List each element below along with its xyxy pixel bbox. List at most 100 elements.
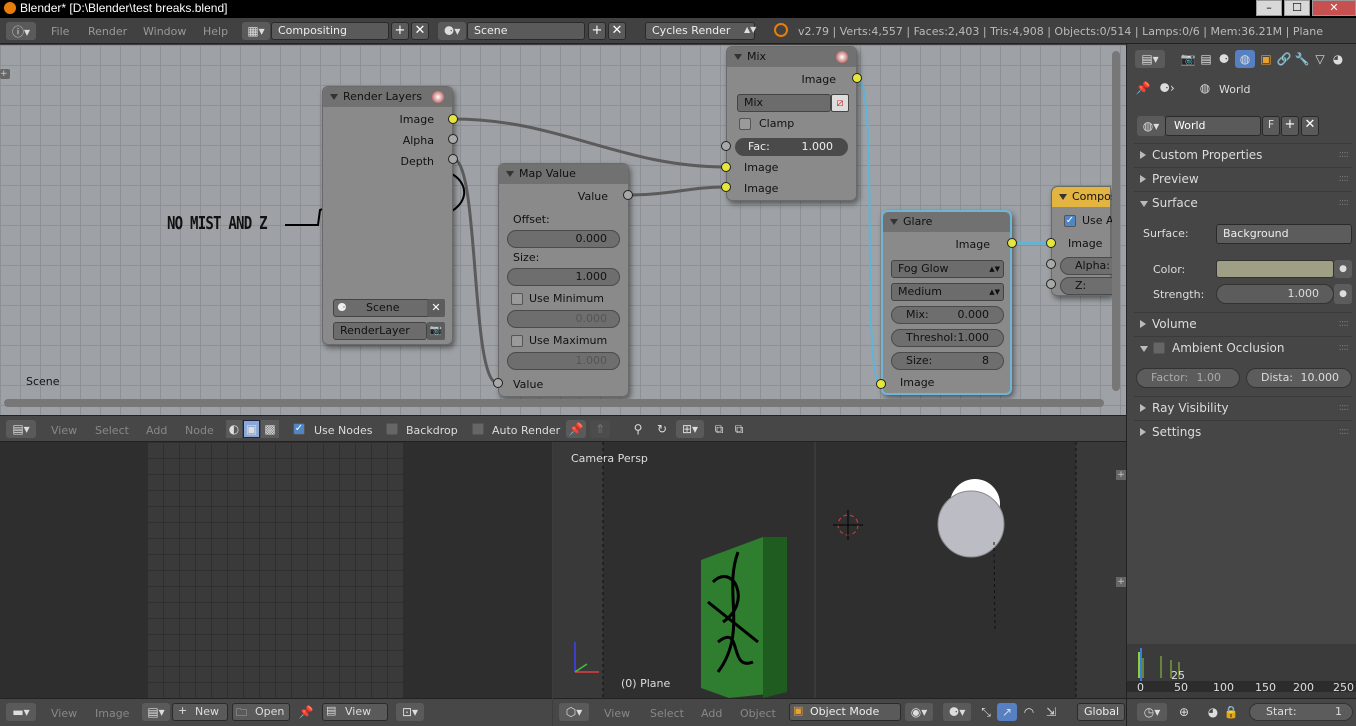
backdrop-checkbox[interactable]: [386, 423, 398, 435]
texture-tree-icon[interactable]: ▩: [261, 420, 279, 438]
node-menu-add[interactable]: Add: [146, 424, 167, 437]
drag-grip-icon[interactable]: ::::: [1339, 397, 1350, 419]
modifiers-tab-icon[interactable]: 🔧: [1293, 50, 1311, 68]
object-mode-select[interactable]: Object Mode: [789, 703, 901, 721]
snap-element-icon[interactable]: ⊞▾: [676, 420, 704, 438]
blend-mode-select[interactable]: Mix: [737, 94, 831, 112]
maximize-button[interactable]: ☐: [1284, 0, 1310, 16]
node-menu-view[interactable]: View: [51, 424, 77, 437]
strength-link-icon[interactable]: ●: [1334, 284, 1352, 304]
drag-grip-icon[interactable]: ::::: [1339, 168, 1350, 190]
ambient-occlusion-checkbox[interactable]: [1153, 342, 1165, 354]
snap-node-icon[interactable]: ↻: [652, 420, 672, 438]
shading-icon[interactable]: ◉▾: [905, 703, 933, 721]
properties-type-icon[interactable]: ▤▾: [1135, 50, 1165, 68]
glare-node[interactable]: Glare Image Fog Glow ▲▼ Medium ▲▼ Mix: 0.00…: [881, 210, 1012, 395]
use-minimum-checkbox[interactable]: [511, 293, 523, 305]
manipulator-icon[interactable]: ⤡: [977, 703, 995, 721]
data-tab-icon[interactable]: ▽: [1311, 50, 1329, 68]
viewport-props-plus-icon[interactable]: +: [1116, 577, 1126, 587]
composite-header[interactable]: Compos: [1052, 187, 1117, 207]
mix-input2-socket[interactable]: [721, 182, 731, 192]
render-layers-node[interactable]: Render Layers Image Alpha Depth Scene ⚈ …: [322, 86, 453, 345]
remove-scene-button[interactable]: ✕: [608, 22, 626, 40]
viewport-menu-add[interactable]: Add: [701, 707, 722, 720]
glare-size-field[interactable]: Size: 8: [891, 352, 1004, 370]
mix-fac-socket[interactable]: [721, 141, 731, 151]
paste-nodes-icon[interactable]: ⧉: [730, 420, 748, 438]
offset-field[interactable]: 0.000: [507, 230, 620, 248]
use-maximum-checkbox[interactable]: [511, 335, 523, 347]
node-vertical-scrollbar[interactable]: [1112, 51, 1120, 391]
pivot-icon[interactable]: ⊡▾: [396, 703, 424, 721]
world-name-field[interactable]: World: [1165, 116, 1261, 136]
screen-layout-field[interactable]: Compositing: [271, 22, 389, 40]
auto-render-checkbox[interactable]: [472, 423, 484, 435]
composite-image-socket[interactable]: [1046, 238, 1056, 248]
use-alpha-icon[interactable]: ⧄: [831, 94, 849, 112]
scene-clear-icon[interactable]: ✕: [427, 299, 445, 317]
size-field[interactable]: 1.000: [507, 268, 620, 286]
timeline-type-icon[interactable]: ◷▾: [1137, 703, 1167, 721]
drag-grip-icon[interactable]: ::::: [1339, 337, 1350, 359]
render-engine-select[interactable]: Cycles Render: [645, 22, 755, 40]
start-frame-field[interactable]: Start: 1: [1249, 703, 1353, 721]
world-tab-icon[interactable]: ◍: [1235, 50, 1255, 68]
pivot-point-icon[interactable]: ⚈▾: [943, 703, 971, 721]
panel-ambient-occlusion[interactable]: Ambient Occlusion::::: [1134, 336, 1352, 358]
glare-header[interactable]: Glare: [883, 212, 1010, 232]
scale-icon[interactable]: ⇲: [1041, 703, 1061, 721]
viewport-type-icon[interactable]: ⬡▾: [559, 703, 589, 721]
translate-icon[interactable]: ↗: [997, 703, 1017, 721]
copy-nodes-icon[interactable]: ⧉: [710, 420, 728, 438]
scene-tab-icon[interactable]: ⚈: [1215, 50, 1233, 68]
glare-type-select[interactable]: Fog Glow ▲▼: [891, 260, 1004, 278]
add-screen-button[interactable]: +: [391, 22, 409, 40]
constraints-tab-icon[interactable]: 🔗: [1275, 50, 1293, 68]
rotate-icon[interactable]: ◠: [1019, 703, 1039, 721]
render-layers-tab-icon[interactable]: ▤: [1197, 50, 1215, 68]
render-layer-select[interactable]: RenderLayer: [333, 322, 427, 340]
max-field[interactable]: 1.000: [507, 352, 620, 370]
menu-file[interactable]: File: [51, 25, 69, 38]
glare-input-socket[interactable]: [876, 379, 886, 389]
ao-distance-field[interactable]: Dista: 10.000: [1246, 368, 1352, 388]
left-edge-plus-icon[interactable]: +: [0, 69, 10, 79]
parent-tree-icon[interactable]: ⇑: [590, 420, 610, 438]
viewport-tool-plus-icon[interactable]: +: [1116, 470, 1126, 480]
panel-surface[interactable]: Surface::::: [1134, 191, 1352, 213]
image-menu-view[interactable]: View: [51, 707, 77, 720]
shader-tree-icon[interactable]: ◐: [226, 420, 242, 438]
render-layer-render-icon[interactable]: 📷: [427, 322, 445, 340]
composite-z-field[interactable]: Z:: [1060, 277, 1120, 295]
mix-header[interactable]: Mix: [727, 47, 856, 67]
glare-threshold-field[interactable]: Threshol: 1.000: [891, 329, 1004, 347]
drag-grip-icon[interactable]: ::::: [1339, 192, 1350, 214]
lock-icon[interactable]: 🔒: [1223, 703, 1239, 721]
glare-quality-select[interactable]: Medium ▲▼: [891, 283, 1004, 301]
render-layers-alpha-socket[interactable]: [448, 134, 458, 144]
drag-grip-icon[interactable]: ::::: [1339, 313, 1350, 335]
minimize-button[interactable]: –: [1256, 0, 1282, 16]
fac-field[interactable]: Fac: 1.000: [735, 138, 848, 156]
min-field[interactable]: 0.000: [507, 310, 620, 328]
menu-render[interactable]: Render: [88, 25, 127, 38]
snap-icon[interactable]: ⚲: [628, 420, 648, 438]
fake-user-button[interactable]: F: [1262, 116, 1280, 136]
unlink-world-button[interactable]: ✕: [1301, 116, 1319, 136]
panel-settings[interactable]: Settings::::: [1134, 420, 1352, 442]
surface-shader-select[interactable]: Background: [1216, 224, 1352, 244]
panel-ray-visibility[interactable]: Ray Visibility::::: [1134, 396, 1352, 418]
image-browse-icon[interactable]: ▤▾: [142, 703, 170, 721]
node-horizontal-scrollbar[interactable]: [4, 399, 1104, 407]
info-editor-icon[interactable]: ⓘ▾: [6, 22, 36, 40]
menu-window[interactable]: Window: [143, 25, 186, 38]
use-alpha-checkbox[interactable]: ✓: [1064, 215, 1076, 227]
node-menu-node[interactable]: Node: [185, 424, 214, 437]
map-value-input-socket[interactable]: [493, 378, 503, 388]
image-menu-image[interactable]: Image: [95, 707, 129, 720]
viewport-menu-select[interactable]: Select: [650, 707, 684, 720]
menu-help[interactable]: Help: [203, 25, 228, 38]
composite-node[interactable]: Compos ✓ Use A Image Alpha: Z:: [1051, 186, 1120, 296]
pin-icon[interactable]: 📌: [566, 420, 586, 438]
